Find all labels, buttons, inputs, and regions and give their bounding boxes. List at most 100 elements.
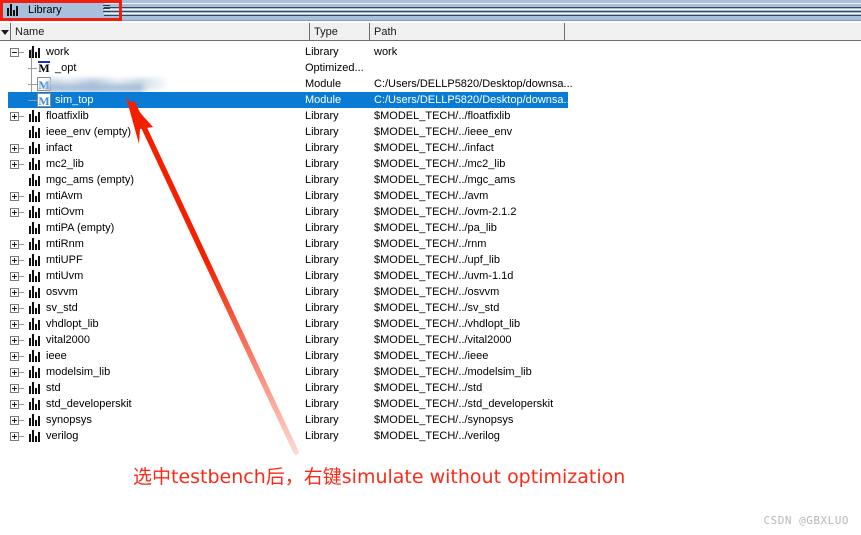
expand-node-button[interactable]	[10, 351, 19, 361]
row-type-cell: Optimized...	[305, 62, 364, 74]
table-row[interactable]: floatfixlib Library $MODEL_TECH/../floatfi…	[0, 108, 861, 124]
row-name-cell[interactable]: modelsim_lib	[10, 364, 110, 380]
expand-node-button[interactable]	[10, 415, 19, 425]
row-type-cell: Library	[305, 206, 339, 218]
row-name-cell[interactable]: mgc_ams (empty)	[10, 172, 134, 188]
table-row[interactable]: sv_std Library $MODEL_TECH/../sv_std	[0, 300, 861, 316]
row-name-label: sim_top	[55, 94, 94, 106]
row-name-label: _opt	[55, 62, 77, 74]
row-name-cell[interactable]: mtiAvm	[10, 188, 82, 204]
row-type-cell: Library	[305, 142, 339, 154]
row-name-cell[interactable]: floatfixlib	[10, 108, 89, 124]
table-row[interactable]: mtiOvm Library $MODEL_TECH/../ovm-2.1.2	[0, 204, 861, 220]
expand-node-button[interactable]	[10, 111, 19, 121]
library-bars-icon	[28, 429, 42, 443]
expand-node-button[interactable]	[10, 255, 19, 265]
row-type-cell: Library	[305, 254, 339, 266]
table-row[interactable]: MModuleC:/Users/DELLP5820/Desktop/downsa…	[0, 76, 861, 92]
expand-node-button[interactable]	[10, 207, 19, 217]
row-name-cell[interactable]: ieee_env (empty)	[10, 124, 131, 140]
row-name-cell[interactable]: mtiUvm	[10, 268, 83, 284]
row-name-label: work	[46, 46, 70, 58]
tree-connector	[28, 60, 37, 76]
table-row[interactable]: mtiRnm Library $MODEL_TECH/../rnm	[0, 236, 861, 252]
collapse-node-button[interactable]	[10, 47, 19, 57]
module-icon: M	[37, 93, 51, 108]
table-row[interactable]: std Library $MODEL_TECH/../std	[0, 380, 861, 396]
column-header-name[interactable]: Name	[11, 23, 310, 41]
expand-node-button[interactable]	[10, 319, 19, 329]
table-row[interactable]: mtiAvm Library $MODEL_TECH/../avm	[0, 188, 861, 204]
expand-node-button[interactable]	[10, 191, 19, 201]
table-row[interactable]: verilog Library $MODEL_TECH/../verilog	[0, 428, 861, 444]
titlebar-grip[interactable]	[104, 2, 861, 19]
row-name-cell[interactable]: vital2000	[10, 332, 90, 348]
expand-node-button[interactable]	[10, 159, 19, 169]
row-name-cell[interactable]: std	[10, 380, 61, 396]
tree-connector	[19, 188, 28, 204]
row-name-cell[interactable]: mc2_lib	[10, 156, 84, 172]
row-type-cell: Library	[305, 382, 339, 394]
row-name-cell[interactable]: std_developerskit	[10, 396, 132, 412]
row-name-cell[interactable]: Msim_top	[28, 92, 94, 108]
filter-triangle-icon[interactable]	[0, 23, 11, 41]
table-row[interactable]: M _opt Optimized...	[0, 60, 861, 76]
expand-node-button[interactable]	[10, 143, 19, 153]
table-row[interactable]: osvvm Library $MODEL_TECH/../osvvm	[0, 284, 861, 300]
row-name-cell[interactable]: osvvm	[10, 284, 78, 300]
table-row[interactable]: vital2000 Library $MODEL_TECH/../vital2000	[0, 332, 861, 348]
column-header-type[interactable]: Type	[310, 23, 370, 41]
expand-node-button[interactable]	[10, 367, 19, 377]
expand-node-button[interactable]	[10, 431, 19, 441]
table-row[interactable]: ieee Library $MODEL_TECH/../ieee	[0, 348, 861, 364]
table-row[interactable]: std_developerskit Library $MODEL_TECH/../s…	[0, 396, 861, 412]
row-name-cell[interactable]: sv_std	[10, 300, 78, 316]
table-row[interactable]: mtiPA (empty) Library $MODEL_TECH/../pa_li…	[0, 220, 861, 236]
row-name-cell[interactable]: mtiPA (empty)	[10, 220, 114, 236]
column-header-extra[interactable]	[565, 23, 861, 41]
row-name-cell[interactable]: synopsys	[10, 412, 92, 428]
row-name-cell[interactable]: mtiOvm	[10, 204, 84, 220]
column-header-path[interactable]: Path	[370, 23, 565, 41]
row-name-cell[interactable]: M _opt	[28, 60, 76, 76]
tree-connector	[19, 204, 28, 220]
table-row[interactable]: ieee_env (empty) Library $MODEL_TECH/../ie…	[0, 124, 861, 140]
expand-node-button[interactable]	[10, 271, 19, 281]
row-name-cell[interactable]: infact	[10, 140, 72, 156]
row-name-cell[interactable]: vhdlopt_lib	[10, 316, 99, 332]
row-type-cell: Library	[305, 414, 339, 426]
tree-connector	[19, 172, 28, 188]
row-name-cell[interactable]: ieee	[10, 348, 67, 364]
table-row[interactable]: modelsim_lib Library $MODEL_TECH/../models…	[0, 364, 861, 380]
row-name-label: mtiOvm	[46, 206, 84, 218]
row-name-cell[interactable]: verilog	[10, 428, 78, 444]
library-tree[interactable]: workLibraryworkM_optOptimized...MModuleC…	[0, 41, 861, 494]
row-name-cell[interactable]: mtiUPF	[10, 252, 83, 268]
table-row[interactable]: mc2_lib Library $MODEL_TECH/../mc2_lib	[0, 156, 861, 172]
table-row[interactable]: Msim_top Module C:/Users/DELLP5820/Desktop…	[0, 92, 861, 108]
tree-connector	[19, 364, 28, 380]
table-row[interactable]: mtiUPF Library $MODEL_TECH/../upf_lib	[0, 252, 861, 268]
table-row[interactable]: infact Library $MODEL_TECH/../infact	[0, 140, 861, 156]
tree-connector	[19, 284, 28, 300]
row-name-cell[interactable]: mtiRnm	[10, 236, 84, 252]
table-row[interactable]: vhdlopt_lib Library $MODEL_TECH/../vhdlopt…	[0, 316, 861, 332]
table-row[interactable]: synopsys Library $MODEL_TECH/../synopsys	[0, 412, 861, 428]
expand-node-button[interactable]	[10, 399, 19, 409]
module-optimized-icon: M	[38, 61, 50, 75]
tab-menu-icon[interactable]	[103, 5, 110, 14]
row-name-cell[interactable]: work	[10, 44, 69, 60]
tree-connector	[19, 300, 28, 316]
tab-library[interactable]: Library	[3, 1, 68, 20]
expand-node-button[interactable]	[10, 303, 19, 313]
expand-node-button[interactable]	[10, 287, 19, 297]
table-row[interactable]: mgc_ams (empty) Library $MODEL_TECH/../mgc…	[0, 172, 861, 188]
table-row[interactable]: mtiUvm Library $MODEL_TECH/../uvm-1.1d	[0, 268, 861, 284]
tree-connector	[19, 156, 28, 172]
table-row[interactable]: work Library work	[0, 44, 861, 60]
expand-node-button[interactable]	[10, 383, 19, 393]
expand-node-button[interactable]	[10, 239, 19, 249]
expand-node-button[interactable]	[10, 335, 19, 345]
tree-connector	[28, 92, 37, 108]
window-titlebar: Library	[0, 0, 861, 21]
